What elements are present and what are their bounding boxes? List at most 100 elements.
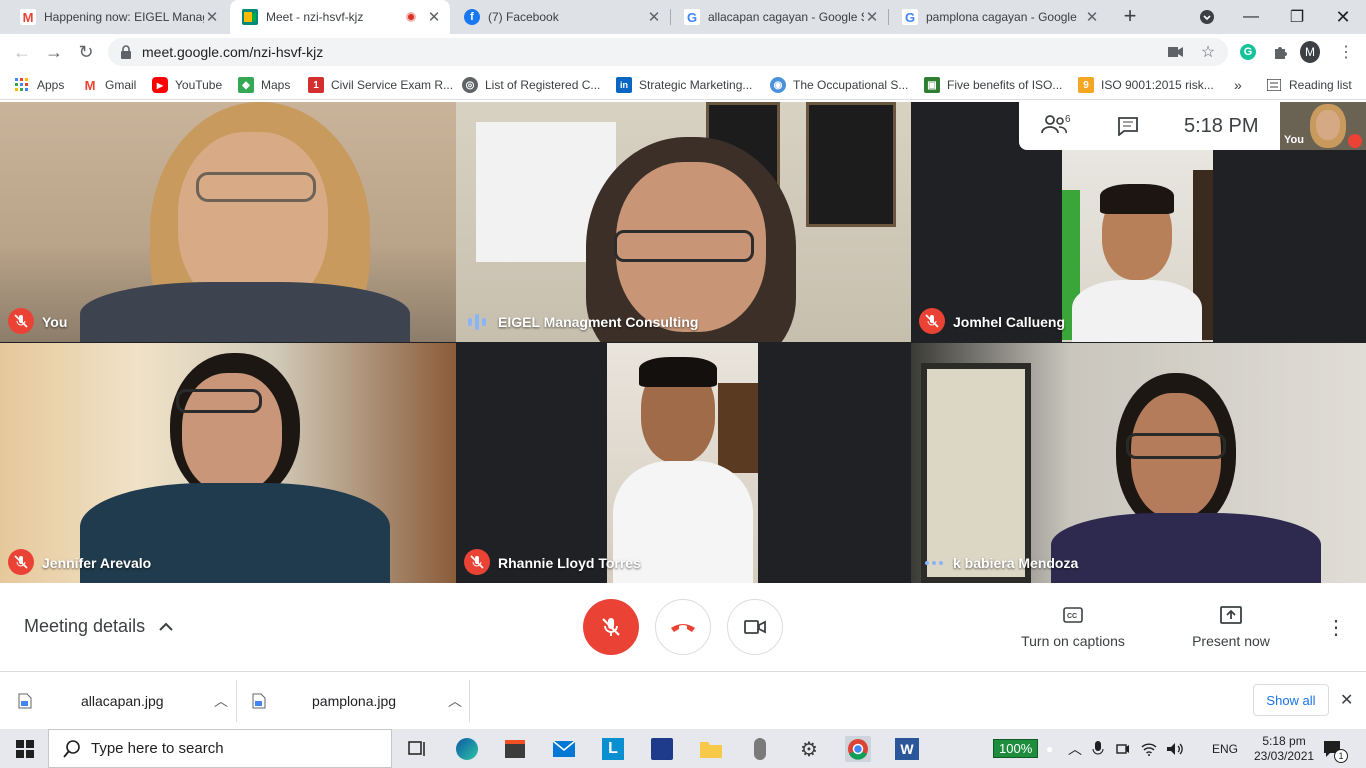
clock-date: 23/03/2021 [1254, 748, 1315, 763]
word-icon[interactable]: W [894, 736, 920, 762]
tab-search-button[interactable] [1184, 0, 1230, 34]
microphone-toggle-button[interactable] [583, 599, 639, 655]
microphone-tray-icon[interactable] [1092, 729, 1104, 768]
profile-avatar[interactable]: M [1300, 41, 1320, 63]
store-icon[interactable] [502, 736, 528, 762]
bookmark-iso-risk[interactable]: 9 ISO 9001:2015 risk... [1078, 76, 1214, 94]
search-placeholder: Type here to search [91, 740, 224, 757]
youtube-icon: ▶ [152, 77, 168, 93]
bookmark-apps[interactable]: Apps [14, 76, 64, 94]
chevron-up-icon[interactable]: ︿ [214, 691, 228, 711]
mic-off-icon [464, 549, 490, 575]
tab-google-allacapan[interactable]: G allacapan cagayan - Google S ✕ [672, 0, 888, 34]
tab-meet[interactable]: Meet - nzi-hsvf-kjz ✕ [230, 0, 450, 34]
taskbar-search-box[interactable]: Type here to search [48, 729, 392, 768]
google-icon: G [902, 9, 918, 25]
meeting-details-button[interactable]: Meeting details [24, 616, 173, 637]
more-options-button[interactable]: ⋮ [1326, 615, 1346, 640]
bookmark-civil-service[interactable]: 1 Civil Service Exam R... [308, 76, 453, 94]
extensions-icon[interactable] [1270, 42, 1290, 62]
forward-button[interactable]: → [42, 40, 66, 64]
chrome-icon[interactable] [845, 736, 871, 762]
show-all-downloads-button[interactable]: Show all [1253, 684, 1329, 716]
participant-video [607, 343, 758, 583]
bookmark-youtube[interactable]: ▶ YouTube [152, 76, 222, 94]
lock-icon [121, 45, 131, 59]
menu-icon[interactable]: ⋮ [1336, 42, 1356, 62]
maximize-button[interactable]: ❐ [1274, 0, 1320, 34]
chevron-up-icon[interactable]: ︿ [1068, 729, 1082, 768]
present-now-button[interactable]: Present now [1171, 603, 1291, 649]
document-scanner-icon[interactable] [649, 736, 675, 762]
downloads-bar: allacapan.jpg ︿ pamplona.jpg ︿ Show all … [0, 671, 1366, 729]
minimize-button[interactable]: — [1228, 0, 1274, 34]
participant-tile-you[interactable]: You [0, 102, 456, 342]
bookmark-five-benefits[interactable]: ▣ Five benefits of ISO... [924, 76, 1062, 94]
close-window-button[interactable]: ✕ [1320, 0, 1366, 34]
leave-call-button[interactable] [655, 599, 711, 655]
close-icon[interactable]: ✕ [646, 8, 662, 26]
settings-gear-icon[interactable]: ⚙ [796, 736, 822, 762]
grammarly-icon[interactable]: G [1238, 42, 1258, 62]
bookmark-maps[interactable]: ◆ Maps [238, 76, 290, 94]
tab-gmail[interactable]: M Happening now: EIGEL Manag ✕ [8, 0, 228, 34]
meet-tray-icon[interactable] [1116, 729, 1130, 768]
bookmark-label: List of Registered C... [485, 78, 601, 92]
civil-service-icon: 1 [308, 77, 324, 93]
participant-tile-rhannie[interactable]: Rhannie Lloyd Torres [456, 343, 911, 583]
close-downloads-button[interactable]: ✕ [1340, 690, 1353, 710]
lexicon-app-icon[interactable]: L [600, 736, 626, 762]
tab-facebook[interactable]: f (7) Facebook ✕ [452, 0, 670, 34]
tab-google-pamplona[interactable]: G pamplona cagayan - Google ✕ [890, 0, 1108, 34]
captions-label: Turn on captions [1021, 633, 1125, 649]
mail-icon[interactable] [551, 736, 577, 762]
voice-recorder-icon[interactable] [747, 736, 773, 762]
reload-button[interactable]: ↻ [74, 40, 98, 64]
reading-list-button[interactable]: Reading list [1266, 76, 1352, 94]
chat-button[interactable] [1117, 116, 1139, 141]
captions-button[interactable]: CC Turn on captions [1013, 603, 1133, 649]
download-item[interactable]: allacapan.jpg ︿ [18, 678, 228, 724]
language-indicator[interactable]: ENG [1212, 729, 1238, 768]
back-button[interactable]: ← [10, 40, 34, 64]
close-icon[interactable]: ✕ [426, 8, 442, 26]
file-explorer-icon[interactable] [698, 736, 724, 762]
close-icon[interactable]: ✕ [1084, 8, 1100, 26]
camera-toggle-button[interactable] [727, 599, 783, 655]
camera-icon[interactable] [1166, 42, 1186, 62]
meeting-clock: 5:18 PM [1184, 115, 1259, 137]
edge-icon[interactable] [454, 736, 480, 762]
task-view-icon[interactable] [404, 736, 430, 762]
new-tab-button[interactable]: + [1118, 4, 1142, 28]
download-item[interactable]: pamplona.jpg ︿ [252, 678, 462, 724]
star-icon[interactable]: ☆ [1198, 42, 1218, 62]
bookmark-label: YouTube [175, 78, 223, 92]
participant-name: k babiera Mendoza [953, 555, 1079, 571]
close-icon[interactable]: ✕ [204, 8, 220, 26]
clock[interactable]: 5:18 pm 23/03/2021 [1254, 729, 1314, 768]
close-icon[interactable]: ✕ [864, 8, 880, 26]
self-view-thumbnail[interactable]: You [1280, 102, 1366, 150]
volume-icon[interactable] [1166, 729, 1184, 768]
participant-name: Jomhel Callueng [953, 314, 1066, 330]
bookmark-gmail[interactable]: M Gmail [82, 76, 137, 94]
address-bar[interactable]: meet.google.com/nzi-hsvf-kjz [108, 38, 1228, 66]
speaking-indicator-icon [468, 314, 486, 330]
wifi-icon[interactable] [1141, 729, 1157, 768]
bookmark-registered[interactable]: ◎ List of Registered C... [462, 76, 600, 94]
notifications-button[interactable]: 1 [1322, 729, 1348, 768]
chevron-up-icon[interactable]: ︿ [448, 691, 462, 711]
present-label: Present now [1192, 633, 1270, 649]
participant-tile-mendoza[interactable]: k babiera Mendoza [911, 343, 1366, 583]
participant-name: EIGEL Managment Consulting [498, 314, 699, 330]
participant-tile-eigel[interactable]: EIGEL Managment Consulting [456, 102, 911, 342]
bookmark-occupational[interactable]: ◉ The Occupational S... [770, 76, 908, 94]
windows-start-button[interactable] [12, 736, 38, 762]
bookmarks-overflow-button[interactable]: » [1234, 76, 1242, 94]
bookmark-strategic-marketing[interactable]: in Strategic Marketing... [616, 76, 752, 94]
closed-captions-icon: CC [1063, 607, 1083, 623]
people-button[interactable]: 6 [1041, 114, 1071, 134]
participant-video [1062, 150, 1213, 342]
participant-tile-jennifer[interactable]: Jennifer Arevalo [0, 343, 456, 583]
battery-indicator[interactable]: 100% [993, 729, 1039, 768]
